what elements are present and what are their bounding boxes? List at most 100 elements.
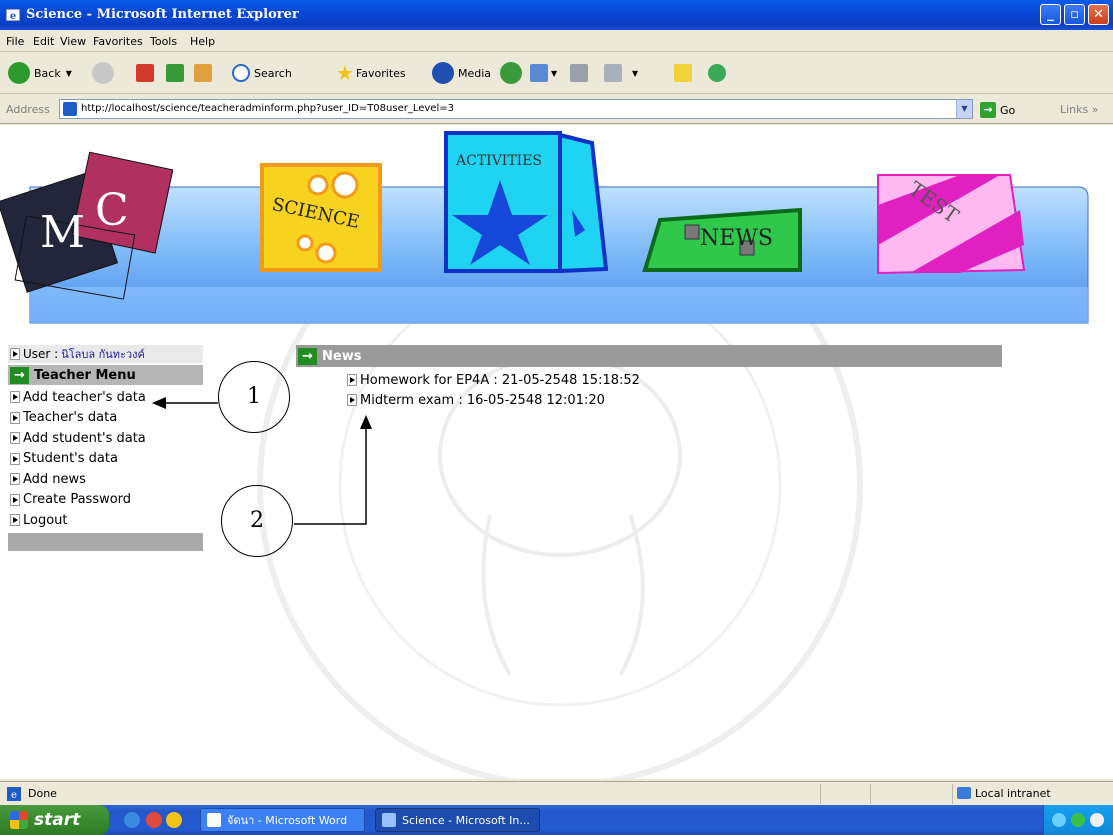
menu-tools[interactable]: Tools [150, 35, 177, 48]
maximize-button[interactable]: ▫ [1064, 4, 1085, 25]
close-button[interactable]: ✕ [1088, 4, 1109, 25]
tray-icon[interactable] [1090, 813, 1104, 827]
menu-item-label: Add news [23, 471, 86, 487]
address-label: Address [6, 103, 50, 116]
forward-arrow-icon [92, 62, 114, 84]
toolbar: Back ▼ Search ★ Favorites Media ▼ ▼ [0, 53, 1113, 94]
menu-file[interactable]: File [6, 35, 24, 48]
news-tile[interactable]: NEWS [642, 207, 802, 272]
favorites-button[interactable]: ★ Favorites [336, 61, 406, 85]
history-button[interactable] [500, 61, 522, 85]
status-divider [952, 784, 953, 804]
bullet-arrow-icon [347, 374, 357, 386]
menu-view[interactable]: View [60, 35, 86, 48]
user-label: User : [23, 347, 59, 361]
activities-tile[interactable]: ACTIVITIES [444, 131, 609, 274]
word-icon [207, 813, 221, 827]
menu-item-add-news[interactable]: Add news [8, 469, 203, 490]
minimize-button[interactable]: _ [1040, 4, 1061, 25]
menu-item-label: Student's data [23, 451, 118, 467]
home-button[interactable] [194, 61, 212, 85]
green-arrow-icon: → [10, 366, 29, 384]
messenger-icon [708, 64, 726, 82]
menu-item-logout[interactable]: Logout [8, 510, 203, 531]
menu-item-teacher-data[interactable]: Teacher's data [8, 408, 203, 429]
menu-item-label: Add teacher's data [23, 389, 146, 405]
bullet-arrow-icon [10, 411, 20, 424]
back-button[interactable]: Back ▼ [8, 61, 72, 85]
window-title: Science - Microsoft Internet Explorer [26, 7, 299, 22]
news-header: → News [296, 345, 1002, 367]
history-icon [500, 62, 522, 84]
home-icon [194, 64, 212, 82]
address-dropdown-icon[interactable]: ▼ [956, 100, 972, 118]
science-tile[interactable]: SCIENCE [260, 163, 382, 272]
callout-2: 2 [221, 485, 293, 557]
refresh-icon [166, 64, 184, 82]
go-button[interactable]: → Go [980, 102, 1015, 118]
edit-button[interactable]: ▼ [604, 61, 638, 85]
menu-edit[interactable]: Edit [33, 35, 54, 48]
stop-button[interactable] [136, 61, 154, 85]
address-input[interactable]: http://localhost/science/teacheradminfor… [59, 99, 973, 119]
media-player-quicklaunch-icon[interactable] [146, 812, 162, 828]
back-label: Back [34, 66, 61, 80]
mail-button[interactable]: ▼ [530, 61, 557, 85]
forward-button[interactable] [92, 61, 114, 85]
bullet-arrow-icon [347, 394, 357, 406]
bullet-arrow-icon [10, 432, 20, 445]
ie-quicklaunch-icon[interactable] [124, 812, 140, 828]
bullet-arrow-icon [10, 452, 20, 465]
print-button[interactable] [570, 61, 588, 85]
task-word[interactable]: จัดนา - Microsoft Word [200, 808, 365, 832]
favorites-label: Favorites [355, 66, 406, 80]
menu-help[interactable]: Help [190, 35, 215, 48]
task-label: จัดนา - Microsoft Word [227, 814, 348, 827]
status-divider [870, 784, 871, 804]
search-label: Search [254, 66, 292, 80]
menu-item-add-student[interactable]: Add student's data [8, 428, 203, 449]
title-bar[interactable]: e Science - Microsoft Internet Explorer … [0, 0, 1113, 30]
address-url: http://localhost/science/teacheradminfor… [81, 103, 454, 114]
menu-favorites[interactable]: Favorites [93, 35, 143, 48]
start-button[interactable]: start [0, 805, 109, 835]
test-tile[interactable]: TEST [877, 174, 1026, 275]
svg-text:ACTIVITIES: ACTIVITIES [455, 153, 542, 169]
teacher-menu-header: → Teacher Menu [8, 365, 203, 385]
menu-item-label: Teacher's data [23, 410, 118, 426]
media-label: Media [458, 66, 492, 80]
search-button[interactable]: Search [232, 61, 292, 85]
mail-dropdown-icon: ▼ [551, 68, 558, 78]
news-item[interactable]: Homework for EP4A : 21-05-2548 15:18:52 [345, 370, 640, 390]
menu-item-add-teacher[interactable]: Add teacher's data [8, 387, 203, 408]
teacher-menu: Add teacher's data Teacher's data Add st… [8, 387, 203, 531]
svg-text:C: C [95, 185, 129, 236]
status-bar: e Done Local intranet [0, 781, 1113, 805]
discuss-button[interactable] [674, 61, 692, 85]
refresh-button[interactable] [166, 61, 184, 85]
media-icon [432, 62, 454, 84]
links-label: Links [1060, 103, 1089, 116]
messenger-quicklaunch-icon[interactable] [166, 812, 182, 828]
news-item[interactable]: Midterm exam : 16-05-2548 12:01:20 [345, 390, 640, 410]
menu-bar: File Edit View Favorites Tools Help [0, 30, 1113, 81]
tray-icon[interactable] [1052, 813, 1066, 827]
page-content: M C SCIENCE ACTIVITIES NEWS TEST User: … [0, 125, 1113, 779]
task-ie[interactable]: Science - Microsoft In... [375, 808, 540, 832]
intranet-icon [957, 787, 971, 799]
tray-icon[interactable] [1071, 813, 1085, 827]
back-dropdown-icon: ▼ [65, 68, 72, 78]
media-button[interactable]: Media [432, 61, 491, 85]
status-text: Done [28, 787, 57, 800]
menu-item-student-data[interactable]: Student's data [8, 449, 203, 470]
page-icon [63, 102, 77, 116]
star-icon: ★ [336, 61, 354, 85]
security-zone: Local intranet [975, 787, 1051, 800]
bullet-arrow-icon [10, 514, 20, 527]
edit-dropdown-icon: ▼ [632, 68, 639, 78]
links-button[interactable]: Links » [1060, 103, 1099, 116]
menu-item-create-password[interactable]: Create Password [8, 490, 203, 511]
news-title: News [322, 348, 362, 364]
messenger-button[interactable] [708, 61, 726, 85]
ie-window: e Science - Microsoft Internet Explorer … [0, 0, 1113, 835]
